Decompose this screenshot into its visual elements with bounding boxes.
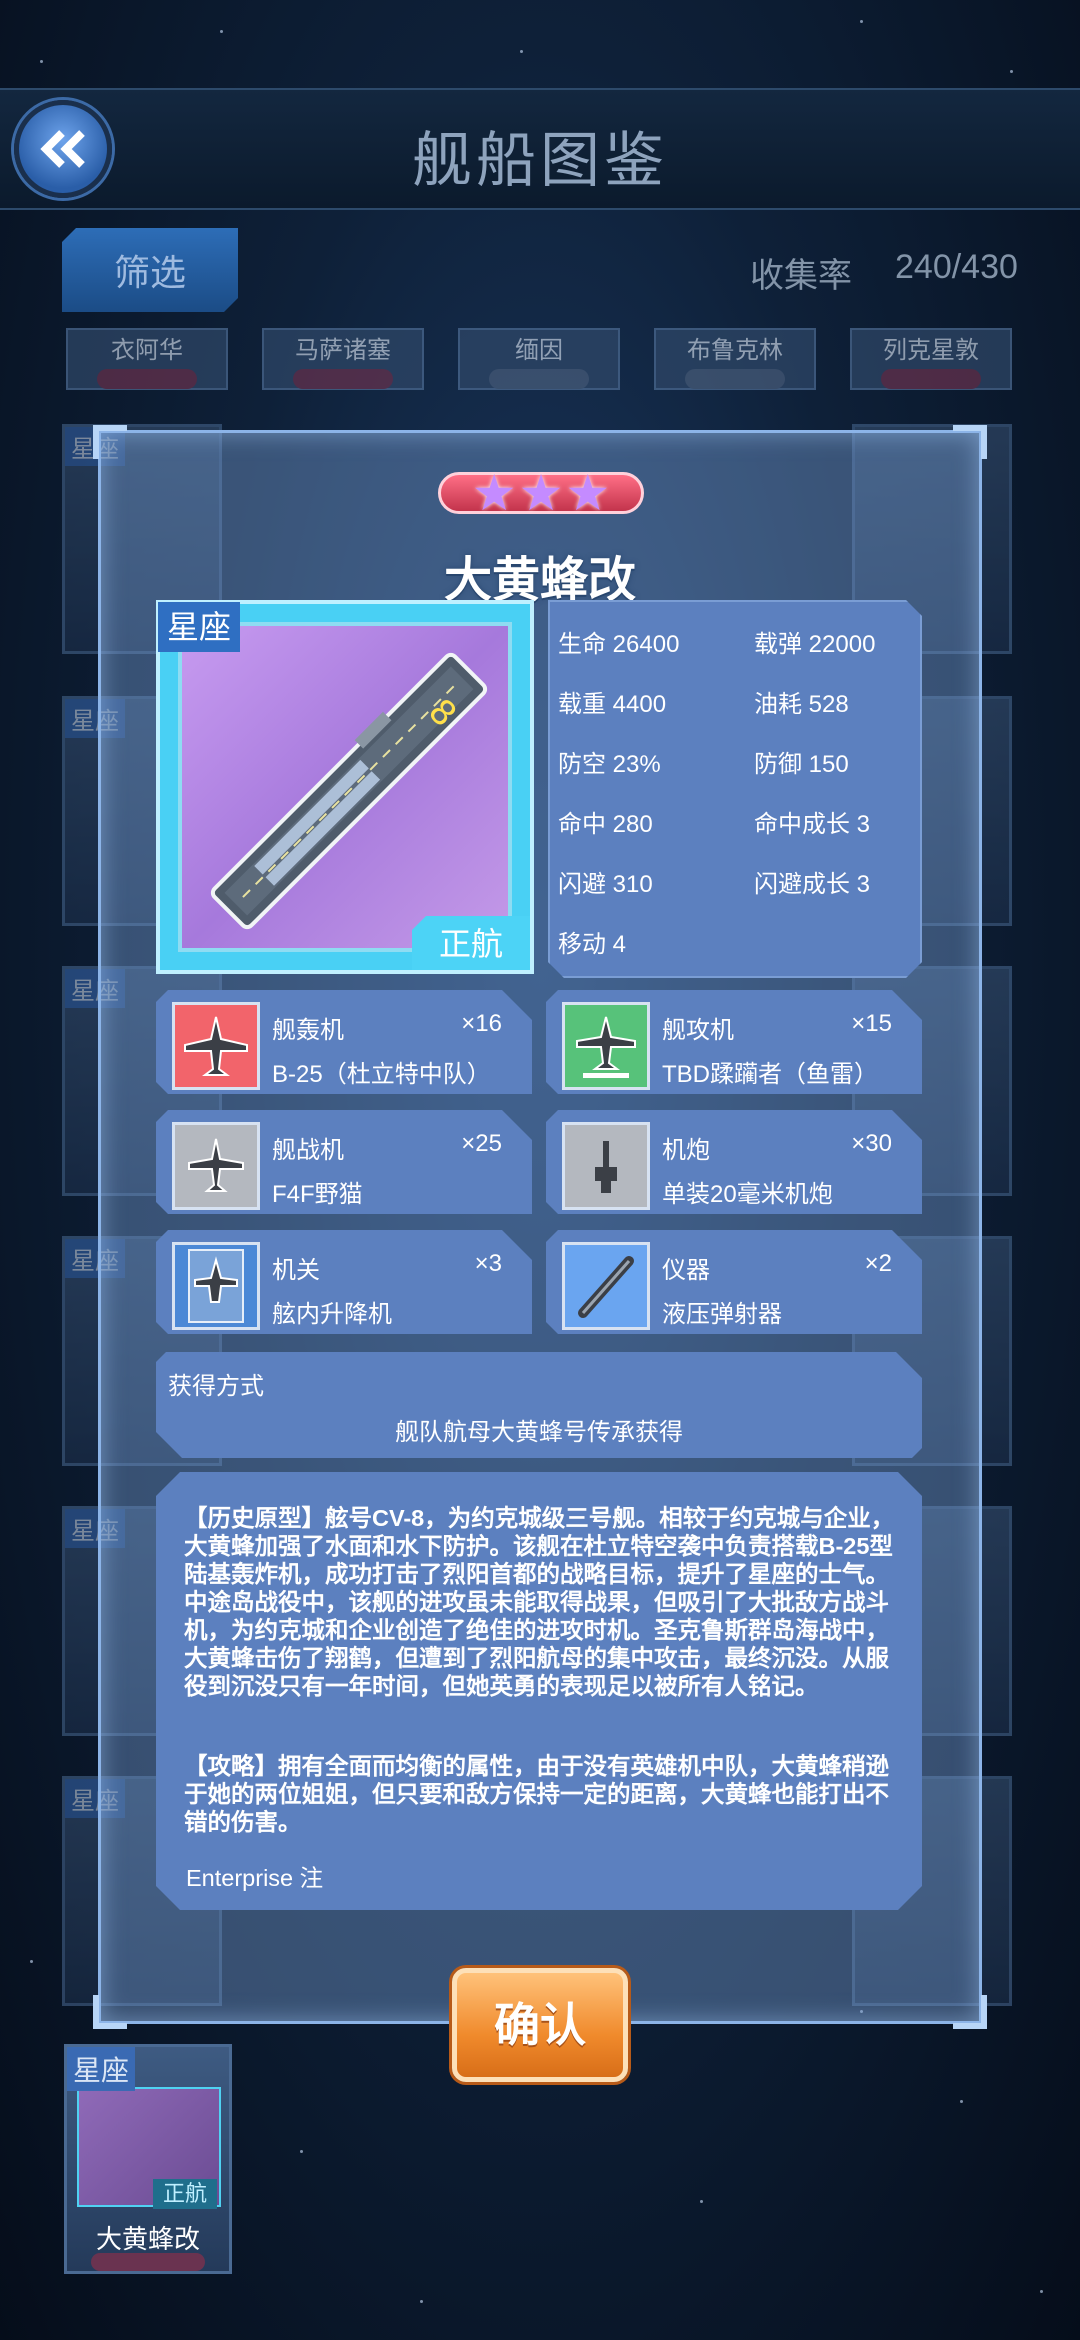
grid-card-name: 缅因 [515,337,563,364]
ship-image-frame: 8 [178,622,512,952]
acquire-method-value: 舰队航母大黄蜂号传承获得 [395,1419,683,1446]
title-bar: 舰船图鉴 [0,88,1080,210]
ship-card-badge: 星座 [67,2047,136,2091]
stats-panel: 生命 26400 载弹 22000 载重 4400 油耗 528 防空 23% … [548,600,922,978]
slot-equipment-name: B-25（杜立特中队） [272,1061,491,1088]
slot-type-label: 舰攻机 [662,1017,734,1044]
stat-anti-air: 防空 23% [558,751,661,778]
slot-count: ×3 [474,1250,502,1277]
elevator-icon [181,1246,251,1326]
aircraft-carrier-icon: 8 [210,652,488,930]
grid-card-top[interactable]: 缅因 [458,328,620,390]
slot-type-label: 舰战机 [272,1137,344,1164]
stat-load: 载重 4400 [558,691,667,718]
slot-equipment-name: 液压弹射器 [662,1301,782,1328]
slot-type-label: 仪器 [662,1257,710,1284]
catapult-icon [571,1251,641,1321]
slot-type-label: 机关 [272,1257,320,1284]
collection-rate-label: 收集率 [750,257,852,295]
slot-type-label: 机炮 [662,1137,710,1164]
acquire-method-panel: 获得方式 舰队航母大黄蜂号传承获得 [156,1352,922,1458]
equipment-slot-gun[interactable]: 机炮 ×30 单装20毫米机炮 [546,1110,922,1214]
stat-fuel: 油耗 528 [754,691,849,718]
star-icon: ★ [518,465,564,521]
stat-movement: 移动 4 [558,931,627,958]
grid-card-top[interactable]: 马萨诸塞 [262,328,424,390]
equipment-slot-mechanism[interactable]: 机关 ×3 舷内升降机 [156,1230,532,1334]
grid-card-name: 列克星敦 [883,337,979,364]
stat-accuracy-growth: 命中成长 3 [754,811,871,838]
rarity-stars: ★ ★ ★ [438,465,644,521]
slot-equipment-name: F4F野猫 [272,1181,363,1208]
grid-card-top[interactable]: 列克星敦 [850,328,1012,390]
stat-accuracy: 命中 280 [558,811,653,838]
grid-card-top[interactable]: 衣阿华 [66,328,228,390]
ship-card-type-tag: 正航 [153,2179,217,2209]
stat-defense: 防御 150 [754,751,849,778]
slot-equipment-name: 舷内升降机 [272,1301,392,1328]
equipment-slot-bomber[interactable]: 舰轰机 ×16 B-25（杜立特中队） [156,990,532,1094]
stat-evasion: 闪避 310 [558,871,653,898]
star-icon: ★ [565,465,611,521]
equipment-slot-torpedo-bomber[interactable]: 舰攻机 ×15 TBD蹂躏者（鱼雷） [546,990,922,1094]
stat-evasion-growth: 闪避成长 3 [754,871,871,898]
slot-type-label: 舰轰机 [272,1017,344,1044]
fighter-plane-icon [181,1131,251,1201]
slot-count: ×16 [461,1010,502,1037]
author-note: Enterprise 注 [186,1865,324,1891]
ship-card-hornet-kai[interactable]: 星座 正航 大黄蜂改 [64,2044,232,2274]
type-tag: 正航 [412,916,530,970]
stat-ammo: 载弹 22000 [754,631,876,658]
grid-card-name: 布鲁克林 [687,337,783,364]
ship-card-stars [91,2253,205,2271]
description-panel: 【历史原型】舷号CV-8，为约克城级三号舰。相较于约克城与企业，大黄蜂加强了水面… [156,1472,922,1910]
stat-hp: 生命 26400 [558,631,680,658]
slot-count: ×25 [461,1130,502,1157]
grid-card-name: 衣阿华 [111,337,183,364]
ship-card-name: 大黄蜂改 [95,2224,200,2254]
acquire-method-label: 获得方式 [168,1373,264,1400]
slot-equipment-name: 单装20毫米机炮 [662,1181,833,1208]
grid-card-top[interactable]: 布鲁克林 [654,328,816,390]
slot-count: ×15 [851,1010,892,1037]
machine-gun-icon [571,1131,641,1201]
bomber-plane-icon [181,1011,251,1081]
slot-equipment-name: TBD蹂躏者（鱼雷） [662,1061,878,1088]
class-tag: 星座 [158,602,240,652]
equipment-slot-fighter[interactable]: 舰战机 ×25 F4F野猫 [156,1110,532,1214]
slot-count: ×2 [864,1250,892,1277]
strategy-text: 【攻略】拥有全面而均衡的属性，由于没有英雄机中队，大黄蜂稍逊于她的两位姐姐，但只… [184,1753,889,1835]
star-icon: ★ [471,465,517,521]
grid-card-name: 马萨诸塞 [295,337,391,364]
slot-count: ×30 [851,1130,892,1157]
filter-button[interactable]: 筛选 [62,228,238,312]
confirm-button[interactable]: 确认 [452,1968,628,2082]
equipment-slot-instrument[interactable]: 仪器 ×2 液压弹射器 [546,1230,922,1334]
collection-rate-value: 240/430 [895,248,1018,286]
history-text: 【历史原型】舷号CV-8，为约克城级三号舰。相较于约克城与企业，大黄蜂加强了水面… [184,1505,895,1699]
ship-portrait: 8 星座 正航 [156,600,534,974]
torpedo-plane-icon [571,1011,641,1081]
page-title: 舰船图鉴 [412,127,668,194]
